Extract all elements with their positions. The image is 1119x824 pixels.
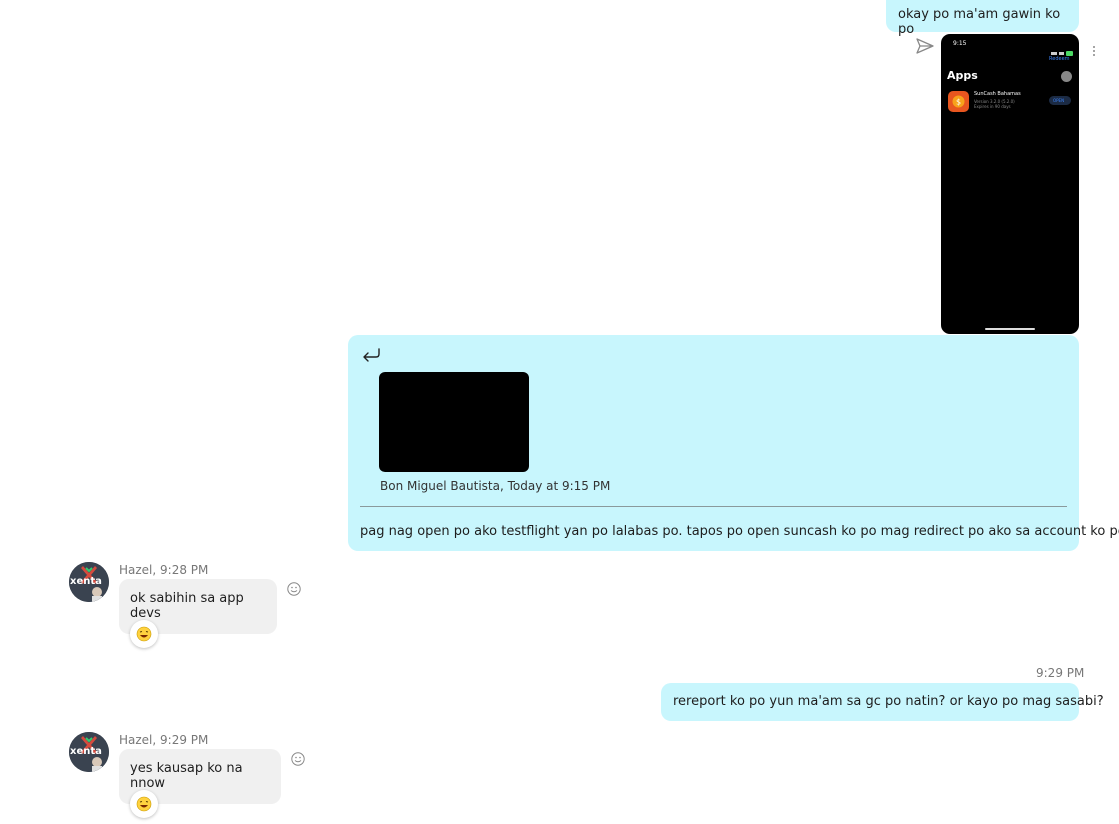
outgoing-message[interactable]: okay po ma'am gawin ko po	[886, 0, 1079, 37]
quoted-image[interactable]	[379, 372, 529, 472]
avatar-text: xenta	[70, 746, 102, 757]
avatar[interactable]: xenta	[69, 562, 109, 602]
message-text: pag nag open po ako testflight yan po la…	[360, 524, 1119, 539]
outgoing-message[interactable]: rereport ko po yun ma'am sa gc po natin?…	[661, 683, 1104, 721]
status-time: 9:15	[953, 40, 967, 47]
redeem-link[interactable]: Redeem	[1049, 56, 1070, 62]
svg-text:$: $	[956, 98, 961, 107]
sender-timestamp: Hazel, 9:28 PM	[119, 563, 209, 577]
quote-divider	[360, 506, 1067, 507]
open-app-button[interactable]: OPEN	[1049, 96, 1071, 105]
home-indicator	[985, 328, 1035, 330]
message-text: yes kausap ko na nnow	[130, 761, 243, 791]
open-label: OPEN	[1053, 98, 1065, 103]
add-reaction-icon[interactable]	[286, 581, 302, 597]
reply-arrow-icon	[361, 346, 381, 362]
apps-title: Apps	[947, 69, 978, 82]
message-text: rereport ko po yun ma'am sa gc po natin?…	[673, 694, 1104, 709]
message-text: ok sabihin sa app devs	[130, 591, 244, 621]
avatar[interactable]: xenta	[69, 732, 109, 772]
image-attachment[interactable]: 9:15 Redeem Apps $ SunCash Bahamas Versi…	[941, 34, 1079, 334]
forward-icon[interactable]	[915, 37, 935, 55]
profile-avatar[interactable]	[1061, 71, 1072, 82]
reply-message[interactable]: Bon Miguel Bautista, Today at 9:15 PM pa…	[348, 335, 1119, 551]
add-reaction-icon[interactable]	[290, 751, 306, 767]
status-icons	[1051, 41, 1073, 56]
app-expiry: Expires in 90 days	[974, 104, 1011, 109]
laughing-emoji-icon	[136, 626, 152, 642]
reaction-badge[interactable]	[130, 620, 158, 648]
message-text: okay po ma'am gawin ko po	[898, 7, 1061, 37]
message-timestamp: 9:29 PM	[1036, 666, 1085, 680]
avatar-text: xenta	[70, 576, 102, 587]
app-name: SunCash Bahamas	[974, 91, 1021, 97]
laughing-emoji-icon	[136, 796, 152, 812]
sender-timestamp: Hazel, 9:29 PM	[119, 733, 209, 747]
more-options-icon[interactable]	[1092, 42, 1096, 56]
suncash-app-icon: $	[948, 91, 969, 112]
reaction-badge[interactable]	[130, 790, 158, 818]
quote-attribution: Bon Miguel Bautista, Today at 9:15 PM	[380, 479, 611, 493]
